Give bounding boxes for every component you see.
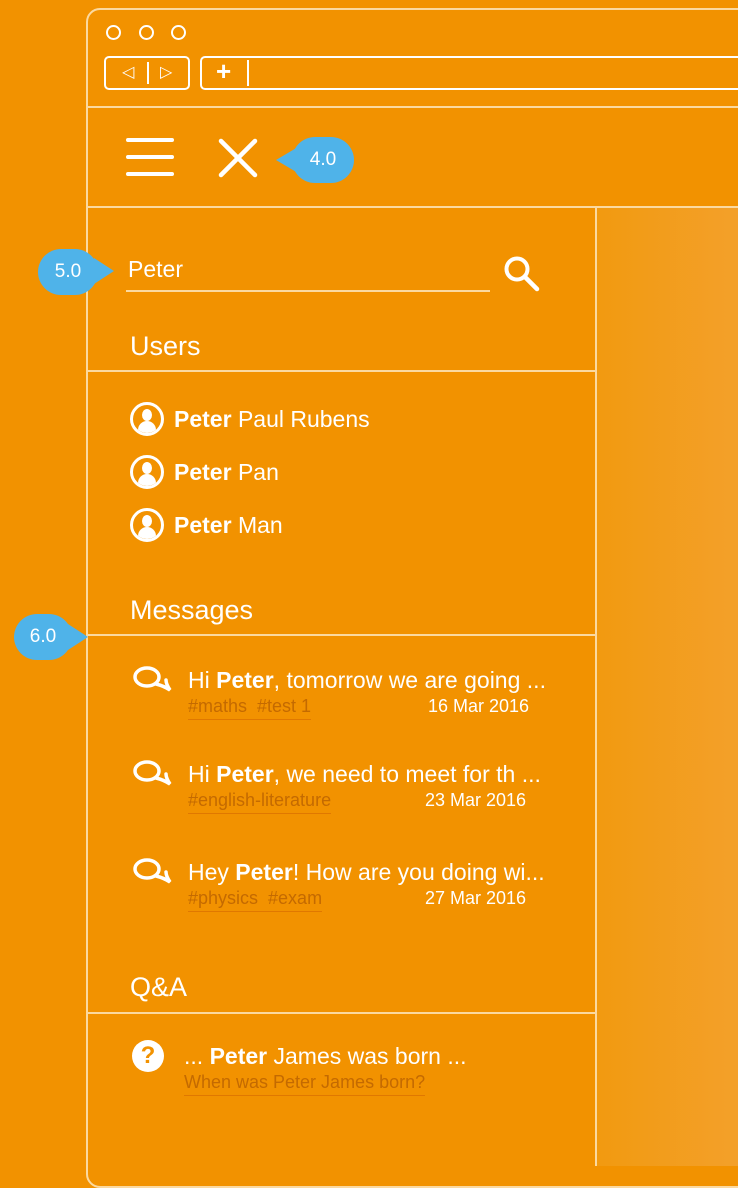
qa-question-link[interactable]: When was Peter James born? bbox=[184, 1072, 426, 1096]
search-input-value: Peter bbox=[128, 256, 183, 282]
message-highlight: Peter bbox=[216, 666, 274, 693]
panel-divider bbox=[595, 206, 597, 1166]
message-tags-link[interactable]: #english-literature bbox=[188, 790, 332, 814]
annotation-badge-search: 5.0 bbox=[38, 249, 98, 295]
qa-result-item[interactable]: ? ... Peter James was born ... When was … bbox=[132, 1040, 552, 1098]
user-avatar-icon bbox=[130, 508, 164, 542]
window-minimize-dot[interactable] bbox=[139, 25, 154, 40]
message-prefix: Hi bbox=[188, 666, 217, 693]
message-date: 27 Mar 2016 bbox=[425, 888, 527, 908]
user-result-item[interactable]: Peter Man bbox=[130, 508, 283, 542]
users-divider bbox=[88, 370, 595, 372]
search-input[interactable]: Peter bbox=[126, 252, 490, 292]
address-bar[interactable]: + bbox=[200, 56, 738, 90]
qa-divider bbox=[88, 1012, 595, 1014]
message-highlight: Peter bbox=[216, 760, 274, 787]
user-name-rest: Paul Rubens bbox=[237, 405, 370, 432]
message-text: , tomorrow we are going ... bbox=[273, 666, 546, 693]
badge-pointer bbox=[276, 147, 298, 173]
address-divider bbox=[247, 60, 249, 86]
message-text: , we need to meet for th ... bbox=[273, 760, 541, 787]
chat-bubbles-icon bbox=[133, 858, 172, 884]
message-result-item[interactable]: Hi Peter, tomorrow we are going ... #mat… bbox=[132, 664, 552, 722]
question-icon: ? bbox=[132, 1040, 164, 1072]
message-prefix: Hi bbox=[188, 760, 217, 787]
nav-divider bbox=[147, 62, 149, 84]
user-avatar-icon bbox=[130, 402, 164, 436]
toolbar-top-divider bbox=[88, 106, 738, 108]
user-name-rest: Pan bbox=[237, 458, 279, 485]
new-tab-button[interactable]: + bbox=[216, 56, 231, 87]
close-icon[interactable] bbox=[218, 138, 258, 178]
message-prefix: Hey bbox=[188, 858, 236, 885]
content-panel bbox=[597, 208, 738, 1166]
user-name-rest: Man bbox=[237, 511, 283, 538]
message-result-item[interactable]: Hi Peter, we need to meet for th ... #en… bbox=[132, 758, 552, 816]
user-name-highlight: Peter bbox=[174, 511, 232, 538]
annotation-badge-close: 4.0 bbox=[292, 137, 354, 183]
message-date: 16 Mar 2016 bbox=[428, 696, 530, 716]
message-result-item[interactable]: Hey Peter! How are you doing wi... #phys… bbox=[132, 856, 552, 914]
badge-pointer bbox=[68, 624, 88, 650]
qa-text: James was born ... bbox=[267, 1042, 467, 1069]
hamburger-icon[interactable] bbox=[126, 138, 174, 178]
user-name-highlight: Peter bbox=[174, 458, 232, 485]
user-result-item[interactable]: Peter Pan bbox=[130, 455, 279, 489]
qa-prefix: ... bbox=[184, 1042, 210, 1069]
message-date: 23 Mar 2016 bbox=[425, 790, 527, 810]
toolbar-bottom-divider bbox=[88, 206, 738, 208]
message-text: ! How are you doing wi... bbox=[292, 858, 545, 885]
annotation-badge-messages: 6.0 bbox=[14, 614, 72, 660]
user-name-highlight: Peter bbox=[174, 405, 232, 432]
badge-pointer bbox=[94, 258, 114, 284]
search-icon[interactable] bbox=[502, 254, 542, 294]
qa-highlight: Peter bbox=[209, 1042, 268, 1069]
message-tags-link[interactable]: #physics #exam bbox=[188, 888, 323, 912]
back-button[interactable]: ◁ bbox=[122, 62, 134, 82]
user-result-item[interactable]: Peter Paul Rubens bbox=[130, 402, 370, 436]
forward-button[interactable]: ▷ bbox=[160, 62, 172, 82]
user-avatar-icon bbox=[130, 455, 164, 489]
chat-bubbles-icon bbox=[133, 760, 172, 786]
users-section-title: Users bbox=[130, 331, 201, 361]
qa-section-title: Q&A bbox=[130, 972, 188, 1002]
messages-divider bbox=[88, 634, 595, 636]
message-highlight: Peter bbox=[235, 858, 293, 885]
window-maximize-dot[interactable] bbox=[171, 25, 186, 40]
messages-section-title: Messages bbox=[130, 595, 254, 625]
nav-button-group: ◁ ▷ bbox=[104, 56, 190, 90]
window-close-dot[interactable] bbox=[106, 25, 121, 40]
message-tags-link[interactable]: #maths #test 1 bbox=[188, 696, 312, 720]
chat-bubbles-icon bbox=[133, 666, 172, 692]
